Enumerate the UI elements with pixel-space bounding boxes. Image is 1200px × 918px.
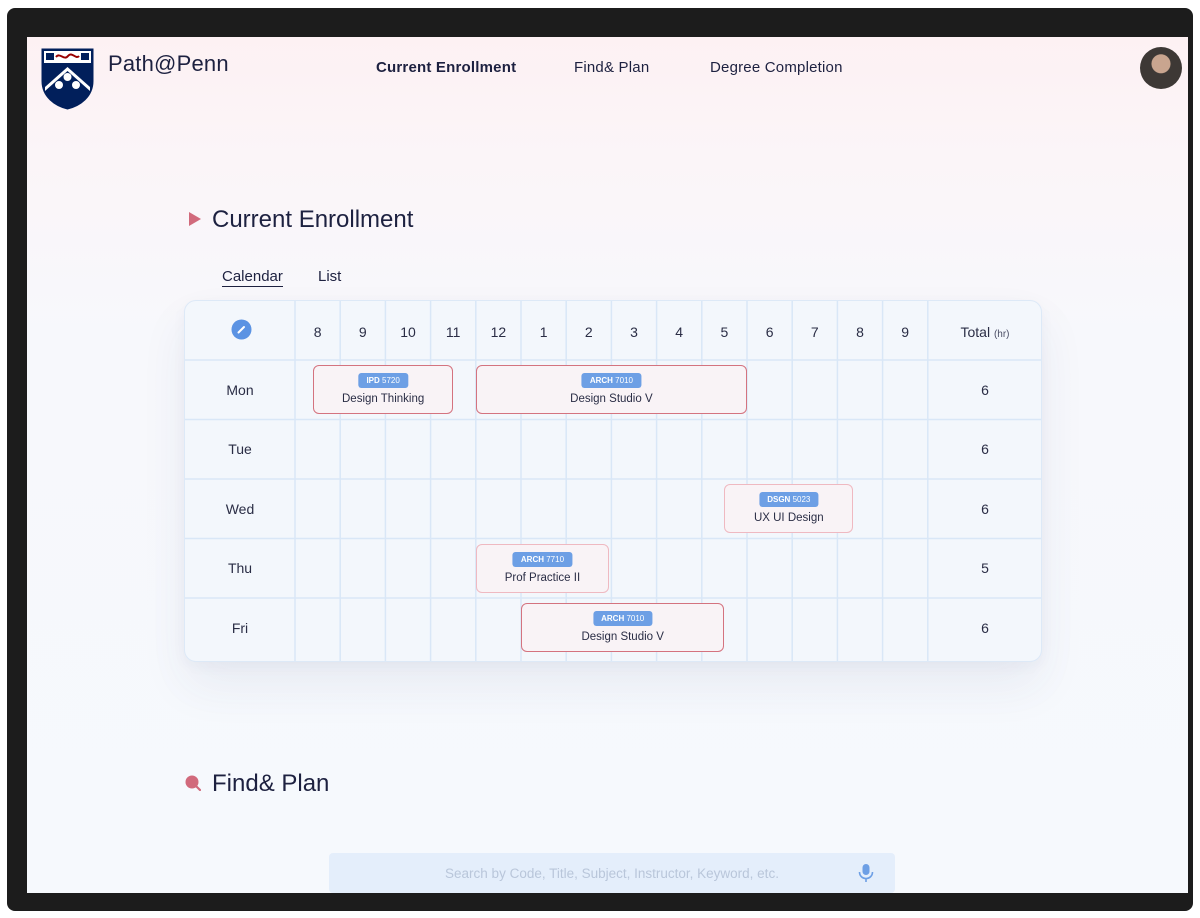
day-total-hours: 6 bbox=[981, 381, 989, 398]
course-dept: ARCH bbox=[520, 554, 544, 564]
course-number: 5720 bbox=[382, 376, 400, 385]
hour-label: 2 bbox=[584, 324, 593, 340]
hour-label: 3 bbox=[630, 324, 638, 340]
hour-label: 11 bbox=[445, 324, 461, 340]
course-block[interactable]: ARCH 7010 Design Studio V bbox=[475, 365, 747, 414]
hour-label: 1 bbox=[539, 324, 548, 340]
day-label: Wed bbox=[225, 500, 255, 517]
hour-label: 6 bbox=[765, 324, 774, 340]
penn-shield-logo-icon[interactable] bbox=[40, 47, 95, 111]
nav-degree-completion[interactable]: Degree Completion bbox=[710, 59, 843, 76]
course-code-badge: IPD 5720 bbox=[358, 373, 408, 388]
hour-label: 9 bbox=[358, 324, 367, 340]
day-total-hours: 6 bbox=[981, 619, 989, 636]
course-code-badge: ARCH 7710 bbox=[512, 551, 573, 567]
day-total-hours: 6 bbox=[981, 500, 989, 517]
course-name: Design Thinking bbox=[342, 393, 425, 405]
course-dept: ARCH bbox=[589, 376, 613, 385]
course-name: Prof Practice II bbox=[504, 571, 581, 584]
day-label: Mon bbox=[226, 381, 254, 398]
course-code-badge: ARCH 7010 bbox=[581, 373, 641, 388]
play-icon bbox=[189, 212, 201, 226]
tab-list[interactable]: List bbox=[318, 268, 341, 285]
hour-label: 12 bbox=[490, 324, 507, 340]
day-total-hours: 6 bbox=[981, 441, 989, 458]
day-label: Tue bbox=[228, 441, 252, 458]
enrollment-title: Current Enrollment bbox=[212, 206, 414, 233]
course-block[interactable]: ARCH 7710 Prof Practice II bbox=[475, 543, 610, 593]
day-label: Fri bbox=[231, 619, 249, 636]
course-block[interactable]: IPD 5720 Design Thinking bbox=[313, 365, 454, 414]
user-avatar[interactable] bbox=[1140, 47, 1182, 89]
device-frame: Path@Penn Current Enrollment Find& Plan … bbox=[7, 8, 1193, 911]
calendar-grid: 8 9 10 11 12 1 2 3 4 5 6 7 8 9 Total (hr) Mon 6 Tue 6 Wed… bbox=[184, 300, 1042, 662]
course-search-box bbox=[329, 853, 895, 893]
course-name: Design Studio V bbox=[570, 393, 653, 405]
day-total-hours: 5 bbox=[981, 560, 989, 577]
day-label: Thu bbox=[227, 560, 253, 577]
hour-label: 4 bbox=[675, 324, 684, 340]
course-search-input[interactable] bbox=[329, 853, 895, 893]
microphone-icon[interactable] bbox=[857, 863, 875, 883]
tab-calendar[interactable]: Calendar bbox=[222, 268, 283, 287]
nav-find-plan[interactable]: Find& Plan bbox=[574, 59, 649, 76]
course-code-badge: ARCH 7010 bbox=[593, 611, 653, 626]
nav-current-enrollment[interactable]: Current Enrollment bbox=[376, 59, 516, 76]
course-block[interactable]: DSGN 5023 UX UI Design bbox=[724, 484, 854, 533]
hour-label: 10 bbox=[400, 324, 416, 340]
search-icon bbox=[185, 775, 201, 791]
hour-label: 8 bbox=[313, 324, 322, 340]
brand-name: Path@Penn bbox=[108, 51, 229, 76]
course-block[interactable]: ARCH 7010 Design Studio V bbox=[521, 603, 725, 652]
course-dept: ARCH bbox=[601, 614, 625, 623]
course-dept: IPD bbox=[366, 376, 380, 385]
course-name: UX UI Design bbox=[753, 512, 824, 524]
total-header: Total (hr) bbox=[929, 324, 1041, 340]
course-number: 7010 bbox=[615, 376, 633, 385]
total-header-unit: (hr) bbox=[993, 329, 1010, 340]
find-plan-title: Find& Plan bbox=[212, 770, 330, 797]
hour-label: 5 bbox=[720, 324, 729, 340]
course-number: 7010 bbox=[626, 614, 645, 623]
total-header-label: Total bbox=[960, 324, 991, 340]
clock-icon bbox=[231, 319, 252, 340]
course-number: 7710 bbox=[546, 554, 565, 564]
app-screen: Path@Penn Current Enrollment Find& Plan … bbox=[27, 37, 1188, 893]
course-code-badge: DSGN 5023 bbox=[759, 492, 819, 507]
hour-label: 9 bbox=[901, 324, 910, 340]
course-name: Design Studio V bbox=[581, 631, 664, 643]
hour-label: 8 bbox=[856, 324, 864, 340]
course-number: 5023 bbox=[792, 495, 811, 504]
course-dept: DSGN bbox=[767, 495, 791, 504]
hour-label: 7 bbox=[810, 324, 819, 340]
